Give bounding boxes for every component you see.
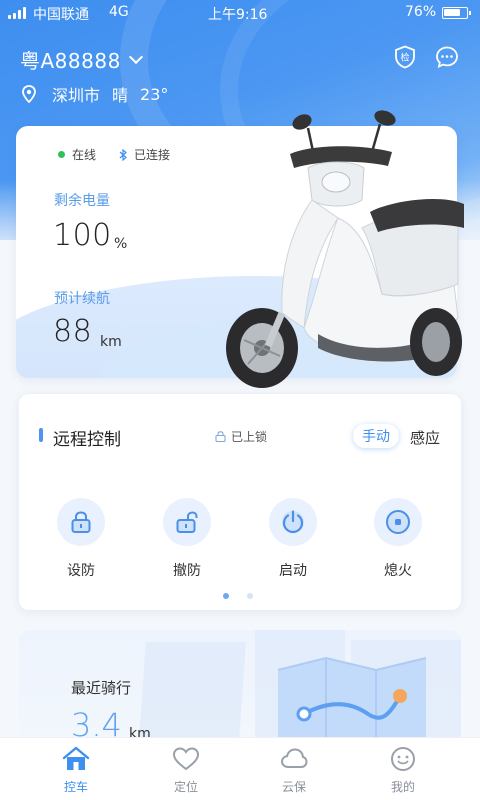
inspection-icon[interactable]: 检	[393, 45, 417, 69]
stop-button[interactable]: 熄火	[368, 498, 428, 580]
message-icon[interactable]	[435, 45, 459, 69]
city-name: 深圳市	[52, 86, 101, 105]
battery-percent: 76%	[405, 4, 437, 20]
recent-ride-label: 最近骑行	[71, 679, 132, 697]
disarm-label: 撤防	[173, 563, 201, 579]
battery-value: 100	[53, 218, 112, 253]
lock-status-text: 已上锁	[231, 430, 268, 444]
start-label: 启动	[279, 563, 307, 579]
battery-label: 剩余电量	[54, 193, 110, 209]
vehicle-selector[interactable]: 粤A88888	[20, 45, 143, 74]
bluetooth-icon	[119, 148, 127, 161]
home-icon	[62, 746, 90, 770]
battery-icon	[442, 7, 471, 19]
bluetooth-status: 已连接	[134, 148, 171, 162]
arm-button[interactable]: 设防	[51, 498, 111, 580]
lock-status: 已上锁	[215, 428, 267, 445]
range-label: 预计续航	[54, 291, 110, 307]
connection-status: 在线 已连接	[58, 146, 170, 163]
battery-unit: %	[114, 236, 128, 252]
mode-sense-toggle[interactable]: 感应	[410, 427, 440, 448]
disarm-button[interactable]: 撤防	[157, 498, 217, 580]
tab-cloud-insurance[interactable]: 云保	[264, 746, 324, 795]
mode-manual-label: 手动	[362, 429, 390, 445]
cloud-icon	[280, 748, 308, 768]
page-indicator	[223, 593, 253, 599]
remote-control-card: 远程控制 已上锁 手动 感应 设防 撤防 启动 熄火	[19, 394, 461, 610]
lock-status-icon	[215, 431, 226, 442]
range-unit: km	[100, 334, 122, 350]
unlock-icon	[176, 511, 198, 533]
location-pin-icon	[22, 85, 36, 103]
smile-icon	[391, 747, 415, 771]
bottom-tab-bar: 控车 定位 云保 我的	[0, 737, 480, 800]
tab-profile[interactable]: 我的	[373, 746, 433, 795]
tab-location[interactable]: 定位	[156, 746, 216, 795]
tab-control[interactable]: 控车	[46, 746, 106, 795]
online-status: 在线	[72, 148, 97, 162]
status-bar: 中国联通 4G 上午9:16 76%	[0, 0, 480, 26]
start-button[interactable]: 启动	[263, 498, 323, 580]
page-dot-active[interactable]	[223, 593, 229, 599]
signal-icon	[8, 7, 26, 19]
chevron-down-icon	[128, 49, 143, 64]
range-value: 88	[53, 314, 93, 349]
stop-label: 熄火	[384, 563, 412, 579]
scooter-image	[226, 110, 464, 388]
power-icon	[282, 510, 304, 534]
online-dot-icon	[58, 151, 65, 158]
lock-icon	[71, 511, 91, 533]
location-weather: 深圳市 晴 23°	[22, 82, 168, 106]
heart-icon	[172, 747, 200, 771]
page-dot[interactable]	[247, 593, 253, 599]
plate-number: 粤A88888	[20, 49, 121, 73]
network-type: 4G	[109, 4, 129, 20]
tab-cloud-insurance-label: 云保	[281, 780, 306, 794]
temperature: 23°	[140, 84, 169, 104]
tab-location-label: 定位	[173, 780, 198, 794]
weather-text: 晴	[112, 86, 129, 105]
mode-manual-toggle[interactable]: 手动	[353, 424, 399, 448]
carrier-name: 中国联通	[33, 7, 89, 23]
stop-icon	[386, 510, 410, 534]
clock: 上午9:16	[208, 7, 268, 23]
remote-control-title: 远程控制	[53, 430, 121, 450]
arm-label: 设防	[67, 563, 95, 579]
tab-control-label: 控车	[63, 780, 88, 794]
inspection-badge-text: 检	[400, 52, 409, 64]
tab-profile-label: 我的	[390, 780, 415, 794]
section-accent-bar	[39, 428, 43, 442]
